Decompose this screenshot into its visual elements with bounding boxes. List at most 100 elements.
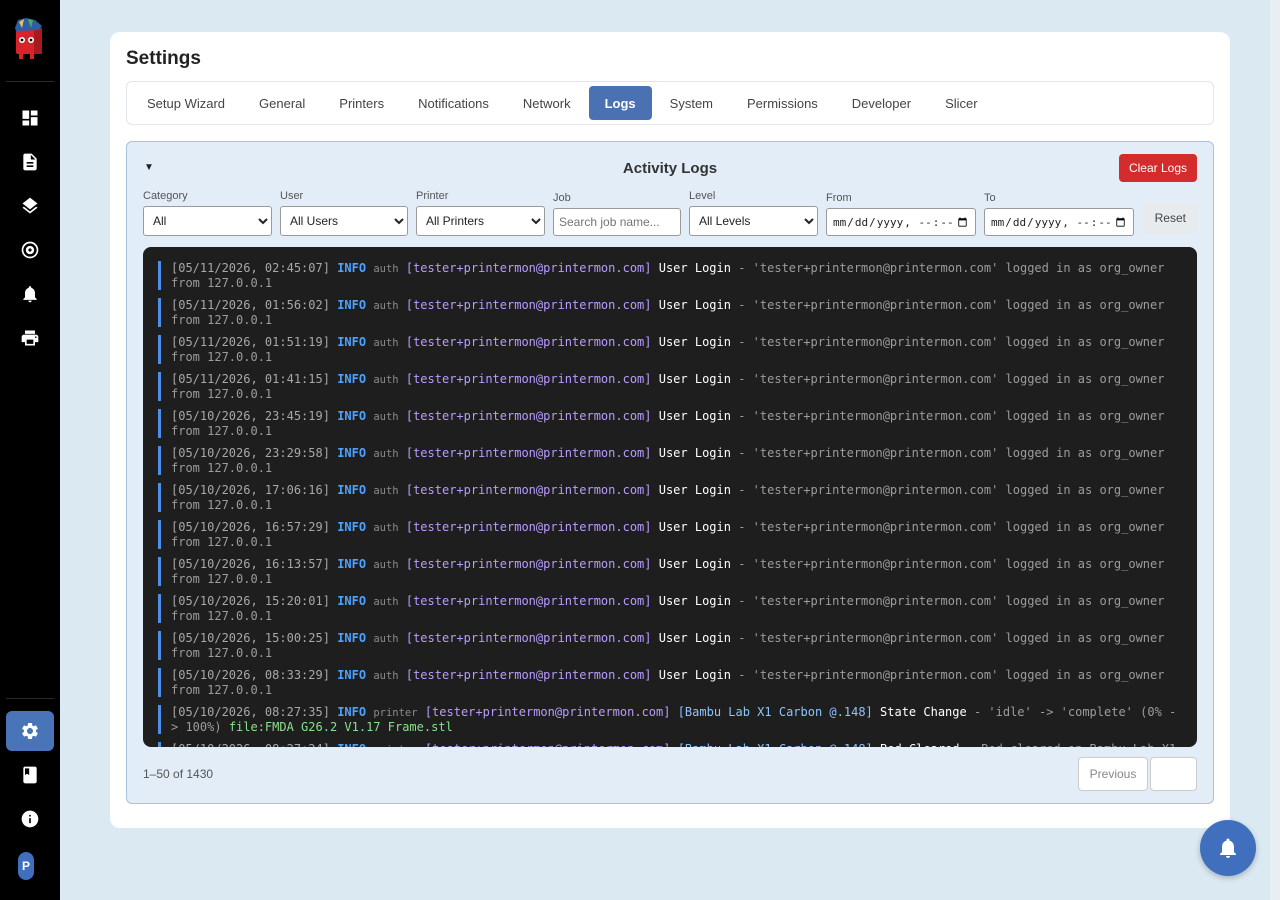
job-search-input[interactable] [553,208,681,236]
log-user: [tester+printermon@printermon.com] [405,557,652,571]
notifications-fab[interactable] [1200,820,1256,876]
sidebar-item-filament[interactable] [6,230,54,270]
to-date-input[interactable] [984,208,1134,236]
log-category: auth [373,596,399,608]
log-level: INFO [337,594,367,608]
tab-logs[interactable]: Logs [588,86,652,120]
log-timestamp: [05/10/2026, 23:45:19] [171,409,330,423]
next-page-button[interactable] [1150,757,1197,791]
log-user: [tester+printermon@printermon.com] [405,335,652,349]
log-event: User Login [658,446,731,460]
log-user: [tester+printermon@printermon.com] [405,409,652,423]
previous-page-button[interactable]: Previous [1078,757,1148,791]
tab-setup-wizard[interactable]: Setup Wizard [131,86,241,120]
bell-icon [1220,838,1236,858]
filter-label: Level [689,190,716,202]
log-level: INFO [337,409,367,423]
filter-to: To [984,192,1134,236]
sidebar-item-files[interactable] [6,142,54,182]
sidebar-item-dashboard[interactable] [6,98,54,138]
log-console[interactable]: [05/11/2026, 02:45:07] INFO auth [tester… [143,247,1197,747]
tab-general[interactable]: General [243,86,321,120]
log-user: [tester+printermon@printermon.com] [424,705,671,719]
dashboard-icon [22,110,38,126]
tab-printers[interactable]: Printers [323,86,400,120]
log-user: [tester+printermon@printermon.com] [405,668,652,682]
log-category: auth [373,411,399,423]
log-timestamp: [05/10/2026, 08:33:29] [171,668,330,682]
log-event: User Login [658,520,731,534]
sidebar-item-printers[interactable] [6,318,54,358]
log-timestamp: [05/10/2026, 08:27:35] [171,705,330,719]
log-category: auth [373,633,399,645]
clear-logs-button[interactable]: Clear Logs [1118,154,1197,182]
log-entry: [05/10/2026, 23:45:19] INFO auth [tester… [158,409,1183,438]
log-timestamp: [05/10/2026, 16:57:29] [171,520,330,534]
reset-filters-button[interactable]: Reset [1143,202,1197,234]
log-event: User Login [658,298,731,312]
sidebar-item-layers[interactable] [6,186,54,226]
tab-notifications[interactable]: Notifications [402,86,505,120]
log-category: printer [373,744,417,747]
log-user: [tester+printermon@printermon.com] [405,520,652,534]
sidebar: P [0,0,60,900]
log-event: User Login [658,335,731,349]
printer-select[interactable]: All Printers [416,206,545,236]
log-entry: [05/11/2026, 01:51:19] INFO auth [tester… [158,335,1183,364]
tab-network[interactable]: Network [507,86,587,120]
panel-title: Activity Logs [622,160,718,177]
log-file: file:FMDA G26.2 V1.17 Frame.stl [228,720,453,734]
log-level: INFO [337,631,367,645]
sidebar-item-docs[interactable] [6,755,54,795]
log-event: User Login [658,631,731,645]
log-timestamp: [05/10/2026, 08:27:24] [171,742,330,747]
app-logo[interactable] [10,14,50,60]
log-timestamp: [05/11/2026, 01:51:19] [171,335,330,349]
sidebar-item-notifications[interactable] [6,274,54,314]
log-entry: [05/10/2026, 16:13:57] INFO auth [tester… [158,557,1183,586]
log-event: User Login [658,557,731,571]
log-entry: [05/10/2026, 08:33:29] INFO auth [tester… [158,668,1183,697]
tab-permissions[interactable]: Permissions [731,86,834,120]
log-event: State Change [880,705,967,719]
sidebar-divider [6,81,54,82]
sidebar-item-settings[interactable] [6,711,54,751]
tab-slicer[interactable]: Slicer [929,86,994,120]
log-user: [tester+printermon@printermon.com] [405,261,652,275]
log-entry: [05/10/2026, 15:20:01] INFO auth [tester… [158,594,1183,623]
log-user: [tester+printermon@printermon.com] [405,372,652,386]
log-printer: [Bambu Lab X1 Carbon @.148] [678,742,873,747]
sidebar-divider [6,698,54,699]
tab-developer[interactable]: Developer [836,86,927,120]
log-entry: [05/11/2026, 01:56:02] INFO auth [tester… [158,298,1183,327]
log-level: INFO [337,372,367,386]
user-avatar[interactable]: P [18,852,34,880]
log-category: printer [373,707,418,719]
filter-label: To [984,192,996,204]
window-edge [1270,0,1280,900]
log-level: INFO [337,557,367,571]
category-select[interactable]: All [143,206,272,236]
pagination-info: 1–50 of 1430 [143,767,214,781]
log-category: auth [373,485,399,497]
from-date-input[interactable] [826,208,976,236]
tab-system[interactable]: System [654,86,729,120]
filter-label: Printer [416,190,449,202]
log-category: auth [373,300,399,312]
level-select[interactable]: All Levels [689,206,818,236]
log-timestamp: [05/10/2026, 16:13:57] [171,557,330,571]
user-select[interactable]: All Users [280,206,408,236]
log-level: INFO [337,742,366,747]
log-category: auth [373,374,399,386]
settings-tabs: Setup Wizard General Printers Notificati… [126,81,1214,125]
log-timestamp: [05/11/2026, 02:45:07] [171,261,330,275]
bell-icon [23,286,37,303]
log-category: auth [373,522,399,534]
sidebar-item-about[interactable] [6,799,54,839]
log-event: User Login [658,409,731,423]
log-level: INFO [337,261,367,275]
log-event: User Login [658,261,731,275]
printer-icon [21,330,39,346]
log-printer: [Bambu Lab X1 Carbon @.148] [677,705,873,719]
filter-category: Category All [143,190,272,236]
